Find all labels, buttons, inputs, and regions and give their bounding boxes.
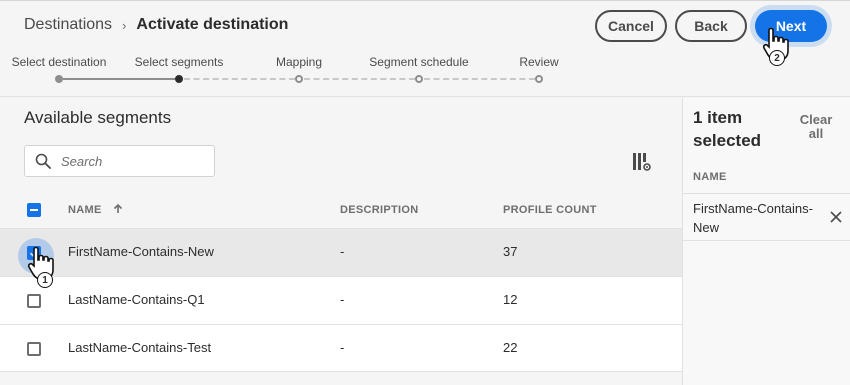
search-input[interactable]: Search — [24, 145, 215, 177]
step-connector — [424, 78, 535, 80]
column-header-name[interactable]: NAME — [68, 203, 123, 216]
row-checkbox[interactable] — [27, 342, 41, 356]
step-label-select-destination: Select destination — [11, 55, 107, 69]
breadcrumb-destinations-link[interactable]: Destinations — [24, 16, 112, 34]
selected-item: FirstName-Contains-New — [683, 193, 850, 241]
row-name: FirstName-Contains-New — [68, 244, 214, 259]
clear-all-button[interactable]: Clear all — [795, 113, 837, 141]
step-label-mapping: Mapping — [275, 55, 323, 69]
step-dot-segment-schedule — [415, 75, 423, 83]
step-dot-review — [535, 75, 543, 83]
row-name: LastName-Contains-Test — [68, 340, 212, 355]
cancel-button[interactable]: Cancel — [595, 10, 667, 42]
column-header-description[interactable]: DESCRIPTION — [340, 204, 418, 216]
page-header: Destinations › Activate destination Canc… — [0, 0, 850, 97]
row-name: LastName-Contains-Q1 — [68, 292, 205, 307]
step-connector — [63, 78, 175, 80]
back-button[interactable]: Back — [675, 10, 747, 42]
close-icon[interactable] — [829, 210, 843, 224]
column-header-name-label: NAME — [68, 204, 102, 216]
column-settings-icon[interactable] — [632, 152, 652, 172]
step-label-review: Review — [519, 55, 559, 69]
click-highlight — [18, 238, 54, 274]
column-header-profile-count[interactable]: PROFILE COUNT — [503, 204, 597, 216]
row-profile-count: 22 — [503, 340, 518, 355]
step-label-segment-schedule: Segment schedule — [369, 55, 469, 69]
section-title: Available segments — [24, 108, 172, 127]
row-profile-count: 37 — [503, 244, 518, 259]
selected-column-header: NAME — [693, 171, 727, 183]
step-connector — [304, 78, 415, 80]
search-icon — [35, 153, 51, 169]
segments-panel: Available segments Search NAME DESCRIPTI… — [0, 98, 682, 385]
arrow-up-icon — [113, 203, 123, 213]
step-dot-select-segments — [175, 75, 183, 83]
step-dot-mapping — [295, 75, 303, 83]
step-progress: Select destination Select segments Mappi… — [0, 55, 600, 95]
step-connector — [184, 78, 295, 80]
chevron-right-icon: › — [122, 17, 127, 33]
step-dot-select-destination — [55, 75, 63, 83]
selected-item-name: FirstName-Contains-New — [693, 201, 813, 235]
breadcrumb: Destinations › Activate destination — [24, 16, 288, 34]
selected-items-panel: 1 item selected Clear all NAME FirstName… — [682, 98, 850, 385]
selected-count-title: 1 item selected — [693, 108, 762, 150]
row-checkbox[interactable] — [27, 294, 41, 308]
table-row[interactable]: FirstName-Contains-New - 37 — [0, 228, 682, 276]
search-placeholder: Search — [61, 153, 103, 169]
row-description: - — [340, 340, 345, 355]
step-label-select-segments: Select segments — [134, 55, 224, 69]
table-row[interactable]: LastName-Contains-Q1 - 12 — [0, 276, 682, 324]
table-row[interactable]: LastName-Contains-Test - 22 — [0, 324, 682, 372]
row-description: - — [340, 292, 345, 307]
row-description: - — [340, 244, 345, 259]
next-button[interactable]: Next — [755, 10, 827, 42]
row-profile-count: 12 — [503, 292, 518, 307]
select-all-checkbox[interactable] — [27, 203, 41, 217]
page-title: Activate destination — [136, 16, 289, 33]
top-divider — [0, 0, 850, 1]
